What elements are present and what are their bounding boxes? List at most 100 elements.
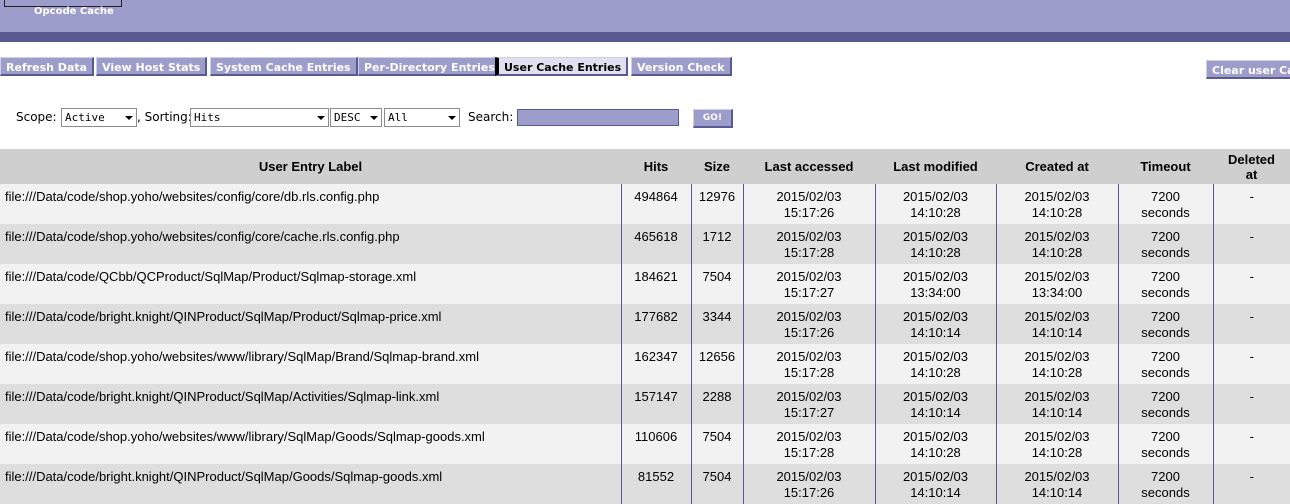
deleted-cell: - [1212, 384, 1290, 424]
table-row: file:///Data/code/shop.yoho/websites/con… [0, 224, 1290, 264]
last-accessed-cell: 2015/02/03 15:17:28 [742, 344, 875, 384]
timeout-cell-line1: 7200 [1151, 229, 1180, 244]
col-header-timeout[interactable]: Timeout [1118, 149, 1213, 184]
last-modified-cell-line2: 14:10:28 [910, 205, 961, 220]
created-cell-line1: 2015/02/03 [1024, 229, 1090, 244]
clear-user-cache-button[interactable]: Clear user Ca [1206, 60, 1290, 79]
size-cell: 12656 [690, 344, 743, 384]
last-modified-cell-line1: 2015/02/03 [902, 389, 969, 404]
col-header-created[interactable]: Created at [996, 149, 1118, 184]
timeout-cell-line1: 7200 [1151, 389, 1180, 404]
user-cache-entries-button[interactable]: User Cache Entries [495, 57, 629, 76]
sort-field-value: Hits [194, 111, 221, 124]
entry-label-link[interactable]: file:///Data/code/bright.knight/QINProdu… [0, 464, 621, 504]
timeout-cell-line2: seconds [1141, 485, 1190, 500]
last-modified-cell-line2: 14:10:28 [910, 365, 961, 380]
last-accessed-cell-line1: 2015/02/03 [776, 189, 842, 204]
last-accessed-cell: 2015/02/03 15:17:26 [742, 464, 875, 504]
go-button[interactable]: GO! [693, 109, 733, 128]
col-header-last-accessed[interactable]: Last accessed [743, 149, 875, 184]
created-cell-line2: 14:10:14 [1031, 485, 1083, 500]
timeout-cell-line2: seconds [1141, 285, 1190, 300]
last-accessed-cell-line1: 2015/02/03 [776, 229, 842, 244]
deleted-cell: - [1212, 184, 1290, 224]
timeout-cell-line2: seconds [1141, 445, 1190, 460]
timeout-cell: 7200 seconds [1117, 384, 1213, 424]
col-header-last-modified[interactable]: Last modified [875, 149, 996, 184]
size-cell: 12976 [690, 184, 743, 224]
refresh-data-button[interactable]: Refresh Data [0, 57, 95, 76]
created-cell: 2015/02/03 14:10:28 [995, 344, 1118, 384]
version-check-button[interactable]: Version Check [631, 57, 732, 76]
timeout-cell: 7200 seconds [1117, 184, 1213, 224]
last-accessed-cell-line1: 2015/02/03 [776, 269, 842, 284]
created-cell-line1: 2015/02/03 [1024, 309, 1090, 324]
entry-label-link[interactable]: file:///Data/code/bright.knight/QINProdu… [0, 384, 621, 424]
timeout-cell-line1: 7200 [1151, 349, 1180, 364]
chevron-down-icon [317, 116, 325, 120]
entry-label-link[interactable]: file:///Data/code/shop.yoho/websites/con… [0, 184, 621, 224]
scope-select[interactable]: Active [61, 108, 137, 127]
deleted-cell: - [1212, 424, 1290, 464]
last-modified-cell-line1: 2015/02/03 [902, 309, 969, 324]
created-cell-line1: 2015/02/03 [1024, 189, 1090, 204]
entry-label-link[interactable]: file:///Data/code/shop.yoho/websites/con… [0, 224, 621, 264]
last-accessed-cell-line2: 15:17:26 [783, 205, 835, 220]
created-cell-line1: 2015/02/03 [1024, 269, 1090, 284]
last-accessed-cell-line2: 15:17:28 [783, 245, 835, 260]
last-modified-cell: 2015/02/03 14:10:28 [874, 224, 996, 264]
last-accessed-cell-line1: 2015/02/03 [776, 389, 842, 404]
last-modified-cell-line1: 2015/02/03 [902, 429, 969, 444]
count-select[interactable]: All [384, 108, 460, 127]
created-cell: 2015/02/03 14:10:28 [995, 224, 1118, 264]
sort-order-value: DESC [334, 111, 361, 124]
size-cell: 3344 [690, 304, 743, 344]
sort-order-select[interactable]: DESC [330, 108, 382, 127]
col-header-label[interactable]: User Entry Label [0, 149, 621, 184]
last-accessed-cell-line2: 15:17:27 [783, 285, 835, 300]
hits-cell: 494864 [620, 184, 691, 224]
col-header-size[interactable]: Size [691, 149, 743, 184]
last-accessed-cell-line2: 15:17:28 [783, 365, 835, 380]
size-cell: 2288 [690, 384, 743, 424]
last-modified-cell-line1: 2015/02/03 [902, 229, 969, 244]
timeout-cell: 7200 seconds [1117, 464, 1213, 504]
search-input[interactable] [517, 109, 679, 126]
hits-cell: 184621 [620, 264, 691, 304]
hits-cell: 110606 [620, 424, 691, 464]
timeout-cell: 7200 seconds [1117, 424, 1213, 464]
col-header-deleted[interactable]: Deleted at [1213, 149, 1290, 184]
count-select-value: All [388, 111, 408, 124]
deleted-cell: - [1212, 224, 1290, 264]
created-cell: 2015/02/03 14:10:14 [995, 384, 1118, 424]
size-cell: 7504 [690, 464, 743, 504]
timeout-cell-line2: seconds [1141, 205, 1190, 220]
entry-label-link[interactable]: file:///Data/code/bright.knight/QINProdu… [0, 304, 621, 344]
system-cache-entries-button[interactable]: System Cache Entries [210, 57, 358, 76]
last-modified-cell-line2: 14:10:28 [910, 445, 961, 460]
entry-label-link[interactable]: file:///Data/code/shop.yoho/websites/www… [0, 424, 621, 464]
view-host-stats-button[interactable]: View Host Stats [96, 57, 208, 76]
timeout-cell-line2: seconds [1141, 325, 1190, 340]
created-cell-line2: 14:10:28 [1031, 205, 1083, 220]
last-accessed-cell: 2015/02/03 15:17:27 [742, 384, 875, 424]
col-header-deleted-line1: Deleted [1228, 151, 1275, 167]
user-cache-table: User Entry Label Hits Size Last accessed… [0, 149, 1290, 504]
created-cell-line2: 14:10:14 [1031, 405, 1083, 420]
chevron-down-icon [448, 116, 456, 120]
table-row: file:///Data/code/bright.knight/QINProdu… [0, 464, 1290, 504]
hits-cell: 465618 [620, 224, 691, 264]
timeout-cell: 7200 seconds [1117, 224, 1213, 264]
table-header-row: User Entry Label Hits Size Last accessed… [0, 149, 1290, 184]
col-header-hits[interactable]: Hits [621, 149, 691, 184]
last-accessed-cell-line2: 15:17:28 [783, 445, 835, 460]
entry-label-link[interactable]: file:///Data/code/shop.yoho/websites/www… [0, 344, 621, 384]
entry-label-link[interactable]: file:///Data/code/QCbb/QCProduct/SqlMap/… [0, 264, 621, 304]
timeout-cell-line2: seconds [1141, 365, 1190, 380]
per-directory-entries-button[interactable]: Per-Directory Entries [358, 57, 502, 76]
chevron-down-icon [125, 116, 133, 120]
sort-field-select[interactable]: Hits [190, 108, 329, 127]
last-accessed-cell: 2015/02/03 15:17:26 [742, 184, 875, 224]
last-modified-cell: 2015/02/03 14:10:14 [874, 464, 996, 504]
search-label: Search: [468, 110, 514, 124]
